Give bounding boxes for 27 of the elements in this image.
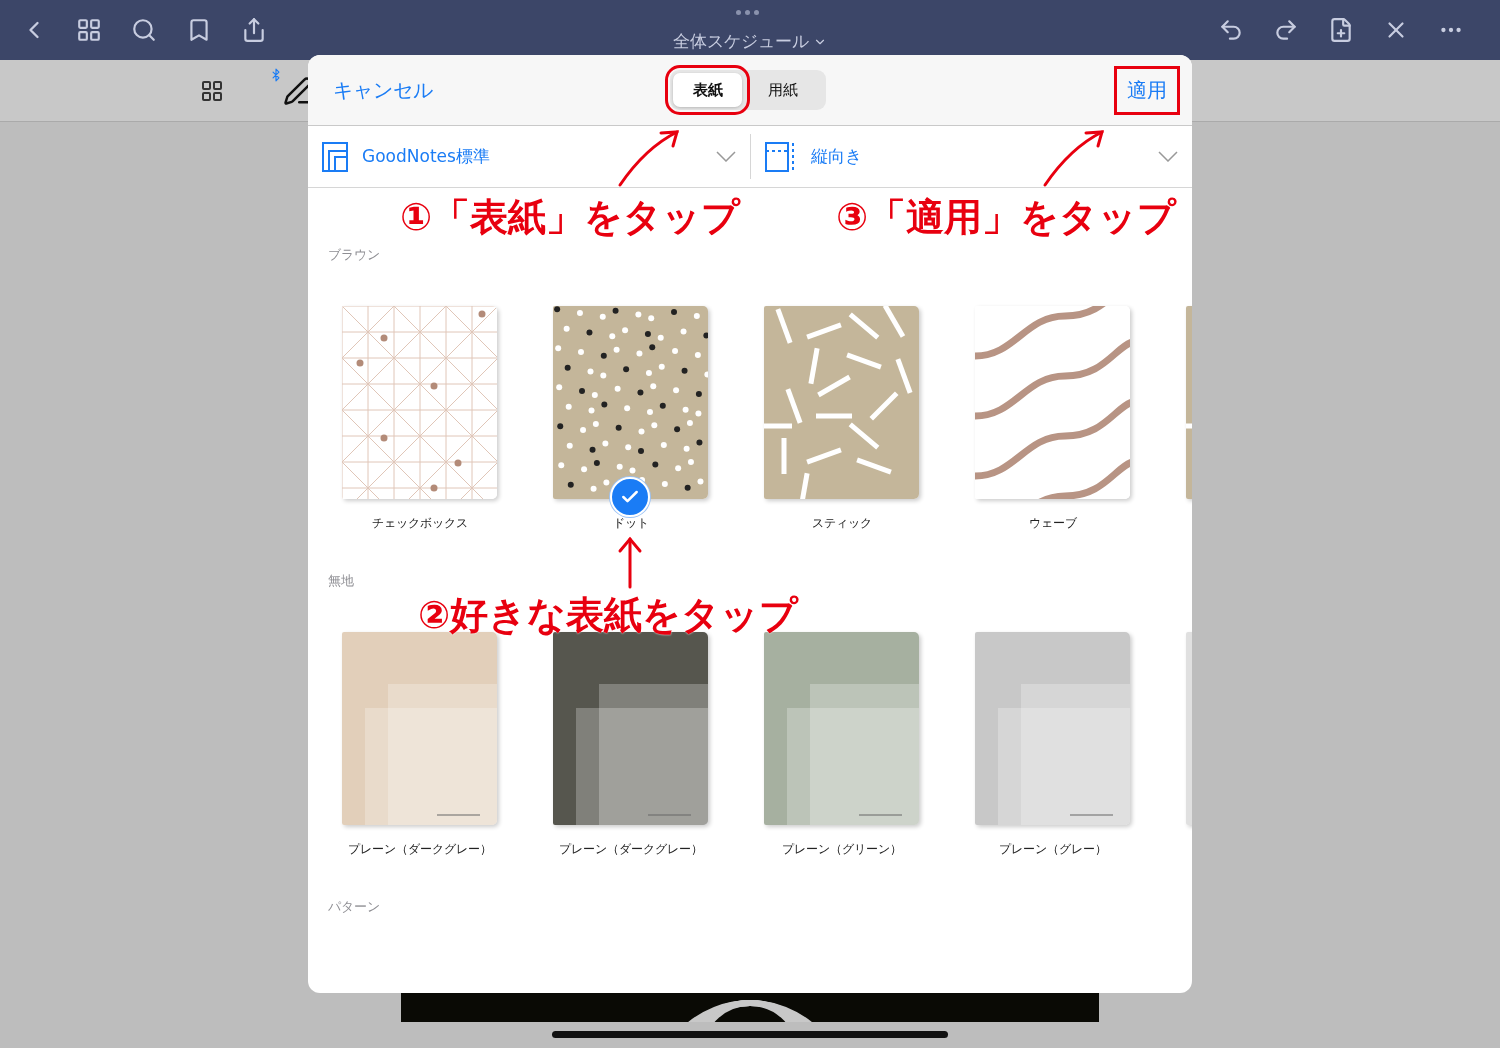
apply-button[interactable]: 適用: [1114, 65, 1180, 115]
section-title: 無地: [327, 572, 355, 590]
annotation-text: ②好きな表紙をタップ: [418, 592, 799, 639]
cover-label: ウェーブ: [1028, 515, 1077, 532]
checkmark-icon: [610, 477, 650, 517]
cover-label: プレーン（ダークグレー）: [558, 841, 703, 858]
section-title: パターン: [327, 898, 381, 916]
option-dropdown[interactable]: 縦向き: [750, 126, 1192, 187]
cover-label: プレーン（ダークグレー）: [347, 841, 492, 858]
template-icon: [322, 141, 348, 172]
chevron-icon: [1158, 151, 1178, 162]
cancel-button[interactable]: キャンセル: [333, 76, 433, 104]
cover-label: チェックボックス: [371, 515, 468, 532]
annotation-text: ③「適用」をタップ: [836, 194, 1177, 241]
option-dropdown[interactable]: GoodNotes標準: [308, 126, 750, 187]
drag-handle-icon[interactable]: [736, 10, 759, 15]
document-title[interactable]: 全体スケジュール: [673, 30, 809, 53]
portrait-page-icon: [764, 141, 797, 172]
cover-label: プレーン（グリーン）: [781, 841, 902, 858]
cover-label: ドット: [612, 515, 649, 532]
section-title: ブラウン: [327, 246, 381, 264]
cover-label: プレーン（グレー）: [998, 841, 1107, 858]
annotation-text: ①「表紙」をタップ: [400, 194, 741, 241]
cover-label: スティック: [811, 515, 872, 532]
notebook-cover[interactable]: [553, 306, 708, 499]
chevron-icon: [715, 151, 736, 162]
tab[interactable]: 用紙: [748, 73, 817, 107]
